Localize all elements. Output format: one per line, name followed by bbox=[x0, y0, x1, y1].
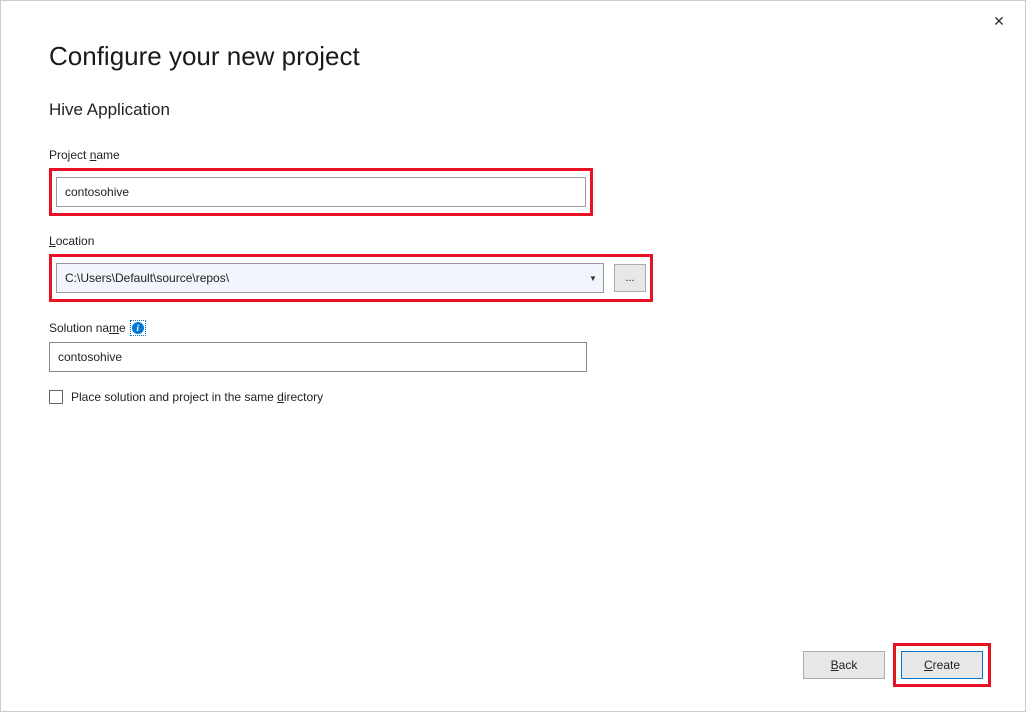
project-name-label: Project name bbox=[49, 148, 977, 162]
same-directory-row: Place solution and project in the same d… bbox=[49, 390, 977, 404]
same-directory-label: Place solution and project in the same d… bbox=[71, 390, 323, 404]
location-label: Location bbox=[49, 234, 977, 248]
chevron-down-icon[interactable]: ▼ bbox=[583, 264, 603, 292]
project-name-highlight bbox=[49, 168, 593, 216]
location-input[interactable] bbox=[56, 263, 604, 293]
location-combo: ▼ bbox=[56, 263, 604, 293]
project-name-field: Project name bbox=[49, 148, 977, 216]
location-highlight: ▼ ... bbox=[49, 254, 653, 302]
create-button-highlight: Create bbox=[893, 643, 991, 687]
same-directory-checkbox[interactable] bbox=[49, 390, 63, 404]
solution-name-field: Solution name i bbox=[49, 320, 977, 372]
dialog-title: Configure your new project bbox=[49, 41, 977, 72]
configure-project-dialog: ✕ Configure your new project Hive Applic… bbox=[0, 0, 1026, 712]
solution-name-input[interactable] bbox=[49, 342, 587, 372]
solution-name-label: Solution name bbox=[49, 321, 126, 335]
create-button[interactable]: Create bbox=[901, 651, 983, 679]
browse-button[interactable]: ... bbox=[614, 264, 646, 292]
project-name-input[interactable] bbox=[56, 177, 586, 207]
info-icon[interactable]: i bbox=[130, 320, 146, 336]
dialog-content: Configure your new project Hive Applicat… bbox=[1, 1, 1025, 404]
location-field: Location ▼ ... bbox=[49, 234, 977, 302]
back-button[interactable]: Back bbox=[803, 651, 885, 679]
project-type-subtitle: Hive Application bbox=[49, 100, 977, 120]
close-icon[interactable]: ✕ bbox=[991, 13, 1007, 29]
dialog-footer: Back Create bbox=[803, 643, 991, 687]
